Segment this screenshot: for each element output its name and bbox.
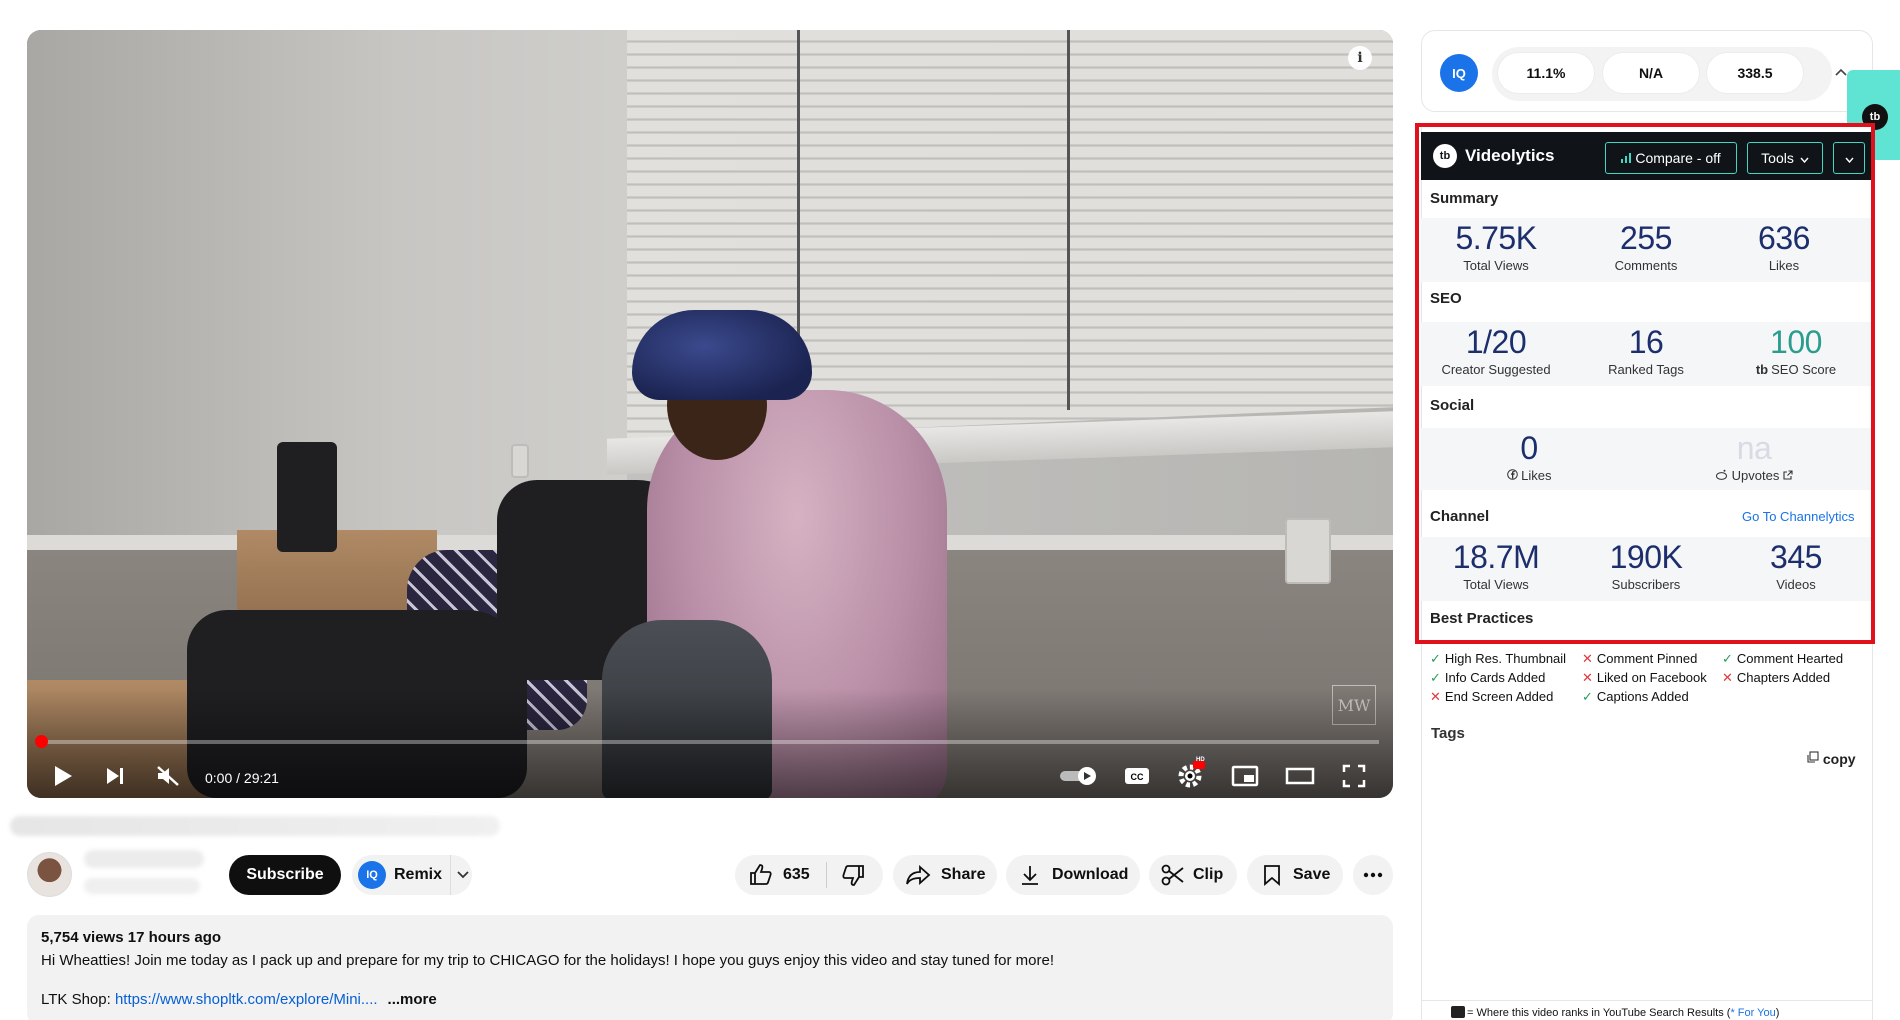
iq-stat-3: 338.5 — [1707, 53, 1803, 93]
rank-indicator-icon — [1451, 1006, 1465, 1018]
best-practice-item: ✓ Comment Hearted — [1722, 651, 1844, 666]
subscriber-count-blurred — [84, 878, 200, 894]
share-label: Share — [941, 866, 986, 883]
download-label: Download — [1052, 866, 1129, 883]
save-button[interactable]: Save — [1247, 855, 1343, 895]
cross-icon: ✕ — [1430, 689, 1441, 704]
channel-avatar[interactable] — [27, 852, 72, 897]
check-icon: ✓ — [1430, 670, 1441, 685]
copy-icon — [1806, 751, 1823, 767]
download-icon — [1020, 864, 1040, 886]
tags-title: Tags — [1431, 725, 1465, 742]
share-button[interactable]: Share — [893, 855, 997, 895]
progress-scrubber[interactable] — [35, 735, 48, 748]
like-count: 635 — [783, 866, 810, 883]
svg-text:CC: CC — [1131, 772, 1144, 782]
cross-icon: ✕ — [1722, 670, 1733, 685]
clip-label: Clip — [1193, 866, 1224, 883]
subscribe-button[interactable]: Subscribe — [229, 855, 341, 895]
copy-tags-button[interactable]: copy — [1806, 751, 1856, 767]
play-icon[interactable] — [45, 758, 81, 794]
chevron-up-icon[interactable] — [1835, 63, 1847, 79]
best-practice-item: ✓ Captions Added — [1582, 689, 1689, 704]
time-display: 0:00 / 29:21 — [205, 770, 279, 786]
view-count-date: 5,754 views 17 hours ago — [41, 929, 222, 946]
best-practice-item: ✕ Liked on Facebook — [1582, 670, 1707, 685]
description-box[interactable]: 5,754 views 17 hours ago Hi Wheatties! J… — [27, 915, 1393, 1020]
for-you-link[interactable]: * For You — [1730, 1007, 1775, 1019]
video-title-blurred — [10, 816, 500, 836]
captions-icon[interactable]: CC — [1120, 761, 1154, 791]
best-practice-item: ✕ End Screen Added — [1430, 689, 1554, 704]
info-icon[interactable]: i — [1348, 46, 1372, 70]
highlight-box — [1415, 123, 1875, 644]
mute-icon[interactable] — [150, 758, 186, 794]
next-icon[interactable] — [97, 758, 133, 794]
fullscreen-icon[interactable] — [1337, 759, 1371, 793]
channel-name-blurred[interactable] — [84, 850, 204, 868]
like-dislike-group: 635 — [735, 855, 883, 895]
check-icon: ✓ — [1582, 689, 1593, 704]
bookmark-icon — [1263, 864, 1281, 886]
more-actions-button[interactable] — [1353, 855, 1393, 895]
iq-extension-bar: IQ 11.1% N/A 338.5 — [1421, 30, 1873, 112]
iq-logo-icon[interactable]: IQ — [1440, 54, 1478, 92]
download-button[interactable]: Download — [1006, 855, 1140, 895]
autoplay-toggle[interactable] — [1057, 761, 1101, 791]
best-practice-item: ✕ Comment Pinned — [1582, 651, 1698, 666]
settings-icon[interactable] — [1174, 758, 1208, 792]
check-icon: ✓ — [1430, 651, 1441, 666]
clip-button[interactable]: Clip — [1149, 855, 1237, 895]
search-rank-note: = Where this video ranks in YouTube Sear… — [1467, 1007, 1780, 1019]
share-icon — [905, 864, 931, 886]
dislike-button[interactable] — [841, 863, 865, 887]
progress-bar[interactable] — [41, 740, 1379, 744]
more-horizontal-icon — [1363, 872, 1383, 878]
hd-badge: HD — [1196, 757, 1205, 763]
cross-icon: ✕ — [1582, 670, 1593, 685]
chevron-down-icon[interactable] — [457, 866, 469, 884]
thumbs-down-icon — [841, 863, 865, 887]
best-practice-item: ✓ High Res. Thumbnail — [1430, 651, 1567, 666]
video-frame — [27, 30, 1393, 798]
thumbs-up-icon — [749, 863, 773, 887]
scissors-icon — [1161, 864, 1185, 886]
remix-label: Remix — [394, 866, 443, 883]
iq-stat-2: N/A — [1603, 53, 1699, 93]
miniplayer-icon[interactable] — [1228, 761, 1262, 791]
cross-icon: ✕ — [1582, 651, 1593, 666]
check-icon: ✓ — [1722, 651, 1733, 666]
best-practice-item: ✕ Chapters Added — [1722, 670, 1831, 685]
theater-mode-icon[interactable] — [1283, 761, 1317, 791]
like-button[interactable]: 635 — [735, 863, 810, 887]
remix-button[interactable]: IQ Remix — [352, 855, 472, 895]
shop-link[interactable]: https://www.shopltk.com/explore/Mini.... — [115, 991, 378, 1008]
description-text: Hi Wheatties! Join me today as I pack up… — [41, 952, 1055, 969]
best-practice-item: ✓ Info Cards Added — [1430, 670, 1546, 685]
iq-stat-1: 11.1% — [1498, 53, 1594, 93]
save-label: Save — [1293, 866, 1331, 883]
video-player[interactable]: MW i 0:00 / 29:21 CC HD — [27, 30, 1393, 798]
link-prefix: LTK Shop: — [41, 991, 115, 1008]
show-more-button[interactable]: ...more — [388, 991, 437, 1008]
iq-logo-icon: IQ — [358, 861, 386, 889]
